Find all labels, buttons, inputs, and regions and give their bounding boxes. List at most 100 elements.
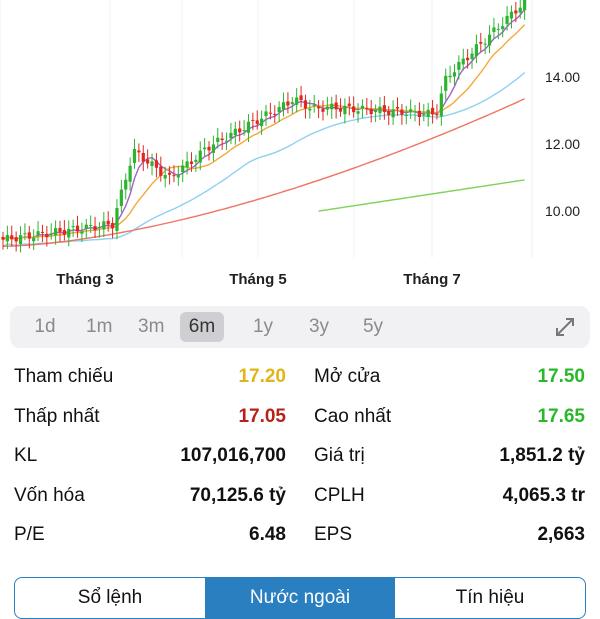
candle-body (102, 221, 106, 230)
candle-body (255, 120, 259, 124)
candle-body (391, 109, 395, 118)
candle-body (93, 226, 97, 231)
candle-body (360, 105, 365, 109)
candle-body (352, 106, 356, 113)
range-button-6m[interactable]: 6m (180, 312, 224, 342)
range-button-3m[interactable]: 3m (138, 312, 164, 342)
stat-label: Thấp nhất (14, 405, 100, 427)
candle-body (413, 111, 417, 113)
stat-value: 70,125.6 tỷ (189, 484, 286, 506)
candle-body (251, 119, 255, 121)
candle-body (146, 159, 150, 164)
stat-label: Mở cửa (314, 366, 381, 387)
candle-body (233, 128, 237, 136)
candle-body (365, 107, 369, 109)
y-tick-label: 10.00 (545, 203, 580, 219)
candle-body (132, 148, 137, 164)
candle-body (172, 175, 176, 177)
candle-body (189, 161, 194, 164)
range-button-3y[interactable]: 3y (306, 312, 332, 342)
expand-icon[interactable] (554, 316, 576, 338)
candle-body (452, 72, 457, 77)
stat-row: P/E 6.48 EPS 2,663 (0, 516, 600, 555)
candle-body (321, 108, 325, 112)
candle-body (268, 112, 272, 114)
candle-body (137, 150, 141, 153)
candle-body (67, 228, 71, 238)
ma-long-line (2, 71, 526, 247)
stat-row: KL 107,016,700 Giá trị 1,851.2 tỷ (0, 437, 600, 476)
candle-body (347, 103, 351, 106)
candle-body (286, 101, 290, 106)
candle-body (474, 44, 478, 57)
stat-value: 17.65 (537, 405, 585, 427)
candle-body (62, 230, 66, 235)
stat-value: 2,663 (537, 524, 585, 545)
stat-value: 17.20 (238, 366, 286, 387)
candle-body (404, 114, 408, 117)
stat-value: 107,016,700 (180, 445, 286, 466)
x-tick-label: Tháng 5 (229, 271, 287, 288)
candle-body (40, 231, 45, 233)
candle-body (1, 236, 5, 240)
candle-body (14, 237, 18, 242)
candle-body (373, 110, 378, 113)
candle-body (343, 105, 347, 115)
candle-body (378, 106, 382, 114)
candle-body (229, 132, 233, 139)
candle-body (317, 106, 321, 109)
candle-body (18, 235, 23, 245)
stat-value: 17.05 (238, 405, 286, 427)
candle-body (224, 140, 229, 142)
candle-body (308, 108, 312, 111)
candle-body (448, 75, 452, 78)
candle-body (203, 147, 207, 150)
candle-body (325, 106, 329, 110)
candle-body (115, 207, 119, 232)
candle-body (422, 114, 426, 116)
candle-body (80, 231, 84, 234)
candle-body (299, 95, 303, 101)
candle-body (461, 58, 465, 65)
candle-body (457, 61, 461, 70)
range-button-5y[interactable]: 5y (360, 312, 386, 342)
x-tick-label: Tháng 7 (403, 271, 461, 288)
tab-2[interactable]: Tín hiệu (395, 578, 585, 618)
tab-0[interactable]: Sổ lệnh (15, 578, 205, 618)
candle-body (277, 107, 281, 113)
candle-body (27, 232, 31, 239)
candle-body (417, 110, 422, 118)
tab-1[interactable]: Nước ngoài (205, 578, 395, 618)
candle-body (75, 225, 80, 232)
candle-body (501, 26, 505, 30)
candle-body (163, 175, 167, 179)
stat-label: CPLH (314, 484, 365, 506)
y-axis-ticks: 14.00 12.00 10.00 (545, 69, 580, 219)
candle-body (176, 174, 180, 178)
stat-label: P/E (14, 524, 45, 545)
candle-body (369, 108, 373, 115)
candle-body (207, 146, 211, 151)
candle-body (312, 104, 316, 107)
stat-row: Thấp nhất 17.05 Cao nhất 17.65 (0, 398, 600, 437)
time-range-selector: 1d 1m 3m 6m 1y 3y 5y (10, 306, 590, 348)
ma-longest-line (318, 179, 525, 212)
stat-value: 17.50 (537, 366, 585, 387)
range-button-1y[interactable]: 1y (250, 312, 276, 342)
candle-body (483, 43, 487, 45)
y-tick-label: 14.00 (545, 69, 580, 85)
stat-value: 1,851.2 tỷ (499, 445, 585, 466)
candle-body (124, 179, 128, 190)
range-button-1m[interactable]: 1m (86, 312, 112, 342)
candle-body (154, 160, 159, 168)
candle-body (430, 107, 435, 115)
candle-body (106, 220, 110, 225)
x-axis-ticks: Tháng 3 Tháng 5 Tháng 7 (56, 271, 461, 288)
candlestick-series (1, 0, 527, 253)
range-button-1d[interactable]: 1d (32, 312, 58, 342)
moving-average-lines (2, 8, 526, 247)
price-chart[interactable]: 14.00 12.00 10.00 Tháng 3 Tháng 5 Tháng 7 (0, 0, 600, 300)
candle-body (426, 109, 430, 117)
candle-body (167, 172, 172, 175)
candle-body (444, 75, 448, 91)
